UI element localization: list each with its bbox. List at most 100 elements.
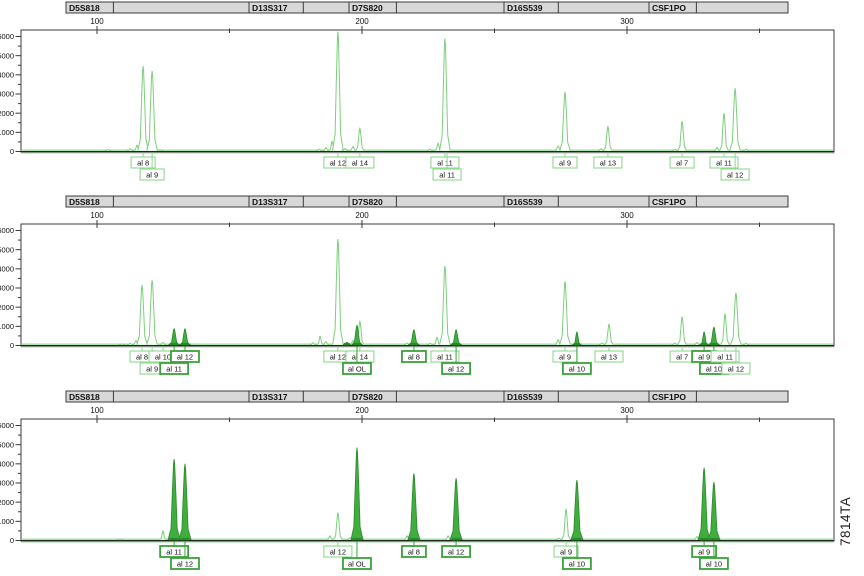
allele-label[interactable]: al 8 <box>402 346 426 362</box>
y-tick-label: 1000 <box>0 517 14 526</box>
electropherogram-panel-3: D5S818D13S317 D7S820 D16S539 CSF1PO 100 200 30… <box>0 389 864 576</box>
allele-label-text: al 7 <box>676 158 688 167</box>
peak-base <box>572 538 581 540</box>
y-tick-label: 1000 <box>0 128 14 137</box>
allele-label-text: al 10 <box>569 559 585 568</box>
locus-name: D16S539 <box>507 3 543 13</box>
allele-label[interactable]: al 12 <box>324 541 352 557</box>
locus-name: D7S820 <box>352 392 383 402</box>
allele-label-text: al 8 <box>137 158 149 167</box>
x-tick-label: 100 <box>90 406 104 415</box>
x-tick-label: 200 <box>355 406 369 415</box>
peak-base <box>574 343 580 345</box>
locus-header-d13s317[interactable]: D13S317 <box>249 391 349 402</box>
allele-label[interactable]: al 12 <box>171 346 199 362</box>
allele-label-text: al 10 <box>706 364 722 373</box>
locus-header-d5s818[interactable]: D5S818 <box>66 391 249 402</box>
allele-label[interactable]: al 14 <box>346 152 374 168</box>
allele-label[interactable]: al 11 <box>710 152 738 168</box>
locus-header-d16s539[interactable]: D16S539 <box>504 196 649 207</box>
allele-label-text: al 9 <box>559 158 571 167</box>
peak-base <box>700 538 709 540</box>
peak-base <box>344 343 350 345</box>
allele-label[interactable]: al 11 <box>431 152 459 168</box>
allele-label[interactable]: al 11 <box>431 346 459 362</box>
locus-header-d7s820[interactable]: D7S820 <box>349 391 504 402</box>
allele-label[interactable]: al 7 <box>670 152 694 168</box>
allele-label[interactable]: al 12 <box>442 541 470 557</box>
allele-label[interactable]: al 9 <box>553 152 577 168</box>
peak-base <box>180 538 189 540</box>
x-tick-label: 100 <box>90 17 104 26</box>
allele-label-text: al 9 <box>698 352 710 361</box>
allele-label[interactable]: al 9 <box>553 346 577 362</box>
locus-name: D16S539 <box>507 392 543 402</box>
allele-label-text: al 14 <box>352 158 368 167</box>
allele-label-text: al 12 <box>448 547 464 556</box>
allele-label-text: al 9 <box>559 352 571 361</box>
locus-header-csf1po[interactable]: CSF1PO <box>649 391 788 402</box>
allele-label-text: al 11 <box>717 352 733 361</box>
allele-label-text: al 14 <box>352 352 368 361</box>
allele-label[interactable]: al 13 <box>595 346 623 362</box>
peak-outline <box>119 344 125 345</box>
locus-header-csf1po[interactable]: CSF1PO <box>649 2 788 13</box>
electropherogram-panel-2: D5S818D13S317 D7S820D16S539 CSF1PO 100 200 30… <box>0 194 864 388</box>
locus-header-d5s818[interactable]: D5S818 <box>66 196 249 207</box>
locus-header-d13s317[interactable]: D13S317 <box>249 2 349 13</box>
y-tick-label: 5000 <box>0 245 14 254</box>
allele-label-text: al 11 <box>166 547 182 556</box>
locus-name: D13S317 <box>252 3 288 13</box>
y-tick-label: 5000 <box>0 51 14 60</box>
y-tick-label: 5000 <box>0 440 14 449</box>
locus-header-csf1po[interactable]: CSF1PO <box>649 196 788 207</box>
allele-label[interactable]: al 13 <box>594 152 622 168</box>
locus-header-d7s820[interactable]: D7S820 <box>349 2 504 13</box>
allele-label[interactable]: al 11 <box>160 541 188 557</box>
locus-header-d5s818[interactable]: D5S818 <box>66 2 249 13</box>
peak-base <box>710 343 718 345</box>
allele-label-text: al 12 <box>330 352 346 361</box>
allele-label[interactable]: al 9 <box>692 541 716 557</box>
locus-header-d13s317[interactable]: D13S317 <box>249 196 349 207</box>
y-tick-label: 6000 <box>0 421 14 430</box>
allele-label-text: al 11 <box>166 364 182 373</box>
allele-label-text: al 9 <box>560 547 572 556</box>
x-tick-label: 100 <box>90 211 104 220</box>
x-tick-label: 300 <box>620 406 634 415</box>
peak-base <box>181 343 189 345</box>
locus-name: D13S317 <box>252 392 288 402</box>
locus-name: D16S539 <box>507 197 543 207</box>
allele-label[interactable]: al 14 <box>346 346 374 362</box>
y-tick-label: 4000 <box>0 71 14 80</box>
locus-name: CSF1PO <box>652 3 686 13</box>
allele-label-text: al 12 <box>727 170 743 179</box>
y-tick-label: 0 <box>10 147 14 156</box>
allele-label[interactable]: al 8 <box>131 152 155 168</box>
allele-label-text: al 12 <box>177 352 193 361</box>
allele-label[interactable]: al 7 <box>670 346 694 362</box>
locus-name: D5S818 <box>69 3 100 13</box>
allele-label-text: al 8 <box>136 352 148 361</box>
y-tick-label: 3000 <box>0 284 14 293</box>
locus-header-d16s539[interactable]: D16S539 <box>504 391 649 402</box>
peak-base <box>170 343 178 345</box>
allele-label-text: al 11 <box>437 352 453 361</box>
y-tick-label: 4000 <box>0 460 14 469</box>
locus-header-d16s539[interactable]: D16S539 <box>504 2 649 13</box>
allele-label[interactable]: al 11 <box>711 346 739 362</box>
locus-header-d7s820[interactable]: D7S820 <box>349 196 504 207</box>
peak-base <box>452 343 460 345</box>
locus-name: CSF1PO <box>652 392 686 402</box>
x-tick-label: 300 <box>620 17 634 26</box>
x-tick-label: 200 <box>355 211 369 220</box>
allele-label-text: al 8 <box>408 352 420 361</box>
y-tick-label: 3000 <box>0 479 14 488</box>
allele-label[interactable]: al 8 <box>402 541 426 557</box>
peak-base <box>701 343 707 345</box>
allele-label-text: al 11 <box>437 158 453 167</box>
allele-label[interactable]: al 9 <box>554 541 578 557</box>
locus-name: D13S317 <box>252 197 288 207</box>
y-tick-label: 1000 <box>0 322 14 331</box>
allele-label-text: al 12 <box>448 364 464 373</box>
